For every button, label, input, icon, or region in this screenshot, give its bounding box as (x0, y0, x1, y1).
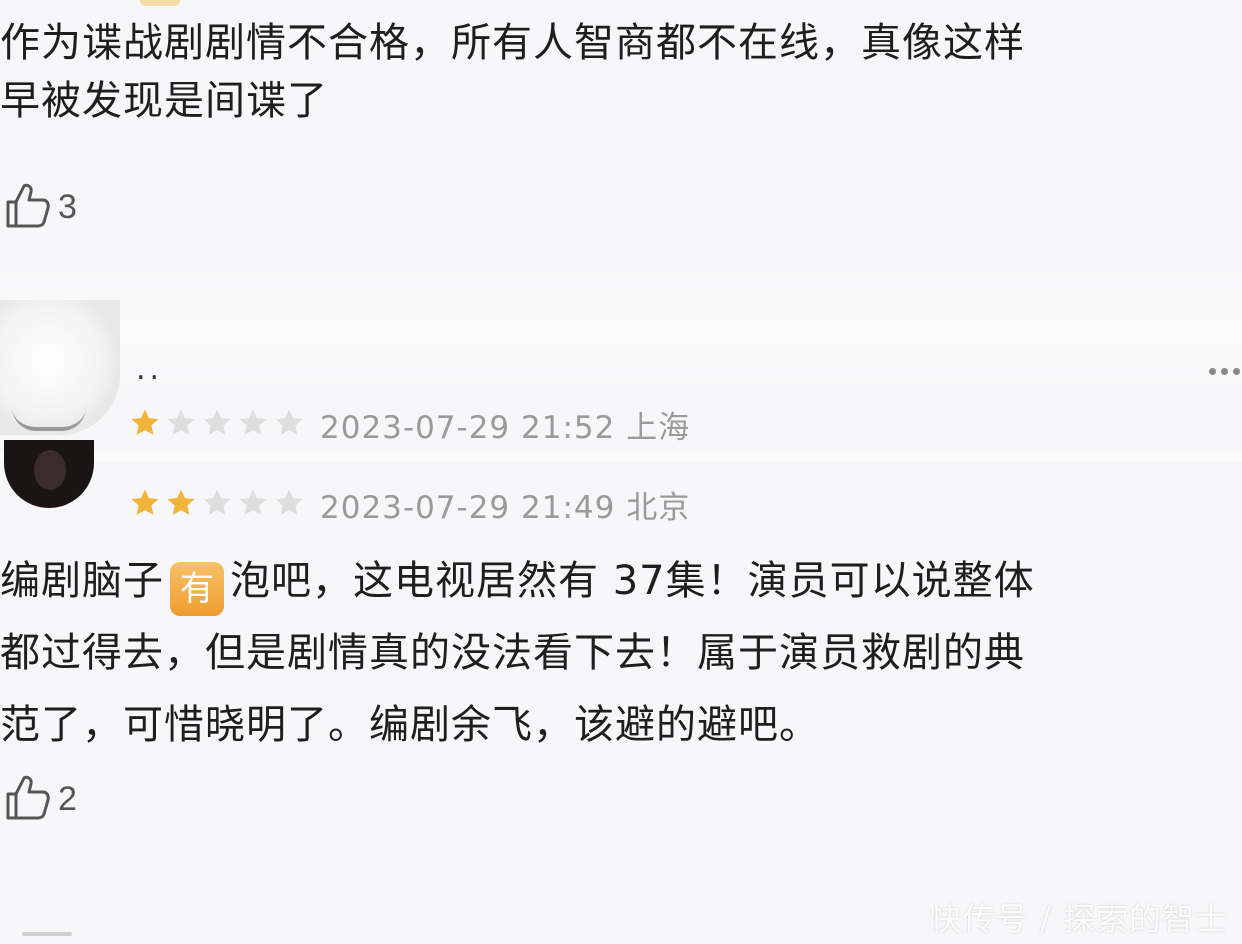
comment-3-line1-before: 编剧脑子 (0, 558, 164, 604)
more-dot (1233, 368, 1240, 375)
comment-3-rating (128, 486, 306, 524)
star-icon (236, 486, 270, 524)
comment-separator (0, 452, 1242, 462)
more-options-button[interactable] (1209, 368, 1240, 375)
comment-3-line1-after: 泡吧，这电视居然有 37集！演员可以说整体 (230, 558, 1035, 604)
comment-3-line2: 都过得去，但是剧情真的没法看下去！属于演员救剧的典 (0, 630, 1025, 676)
comment-3-text: 编剧脑子有泡吧，这电视居然有 37集！演员可以说整体 都过得去，但是剧情真的没法… (0, 545, 1035, 761)
comment-2-avatar[interactable] (0, 300, 120, 435)
comment-3-line3: 范了，可惜晓明了。编剧余飞，该避的避吧。 (0, 702, 820, 748)
comment-3-like-count: 2 (58, 779, 77, 818)
comment-1-line2: 早被发现是间谍了 (0, 78, 328, 124)
star-icon (272, 406, 306, 444)
avatar-face (34, 450, 66, 490)
comment-1-like-button[interactable]: 3 (2, 180, 77, 234)
comment-1-like-count: 3 (58, 187, 77, 226)
star-icon (128, 406, 162, 444)
comment-1-line1: 作为谍战剧剧情不合格，所有人智商都不在线，真像这样 (0, 20, 1025, 66)
watermark: 快传号 / 探索的智士 (929, 900, 1228, 938)
divider-blur (0, 270, 1242, 390)
comment-3-avatar[interactable] (4, 440, 94, 508)
avatar-shade (12, 407, 86, 431)
emoji-you-icon: 有 (170, 562, 224, 616)
next-comment-avatar-remnant (22, 932, 72, 936)
comment-1-text: 作为谍战剧剧情不合格，所有人智商都不在线，真像这样 早被发现是间谍了 (0, 14, 1025, 130)
more-dot (1221, 368, 1228, 375)
comment-2-username[interactable]: .. (136, 352, 163, 387)
star-icon (200, 406, 234, 444)
star-icon (236, 406, 270, 444)
star-icon (200, 486, 234, 524)
comment-3-like-button[interactable]: 2 (2, 772, 77, 826)
comment-3-timestamp: 2023-07-29 21:49 北京 (320, 490, 691, 526)
thumbs-up-icon (2, 772, 52, 826)
star-icon (164, 406, 198, 444)
comment-2-timestamp: 2023-07-29 21:52 上海 (320, 410, 691, 446)
more-icon (1209, 368, 1216, 375)
comment-2-meta: 2023-07-29 21:52 上海 (128, 402, 690, 447)
star-icon (272, 486, 306, 524)
cropped-rating-remnant (140, 0, 180, 6)
thumbs-up-icon (2, 180, 52, 234)
comment-2-rating (128, 406, 306, 444)
comment-3-meta: 2023-07-29 21:49 北京 (128, 482, 690, 527)
star-icon (128, 486, 162, 524)
star-icon (164, 486, 198, 524)
